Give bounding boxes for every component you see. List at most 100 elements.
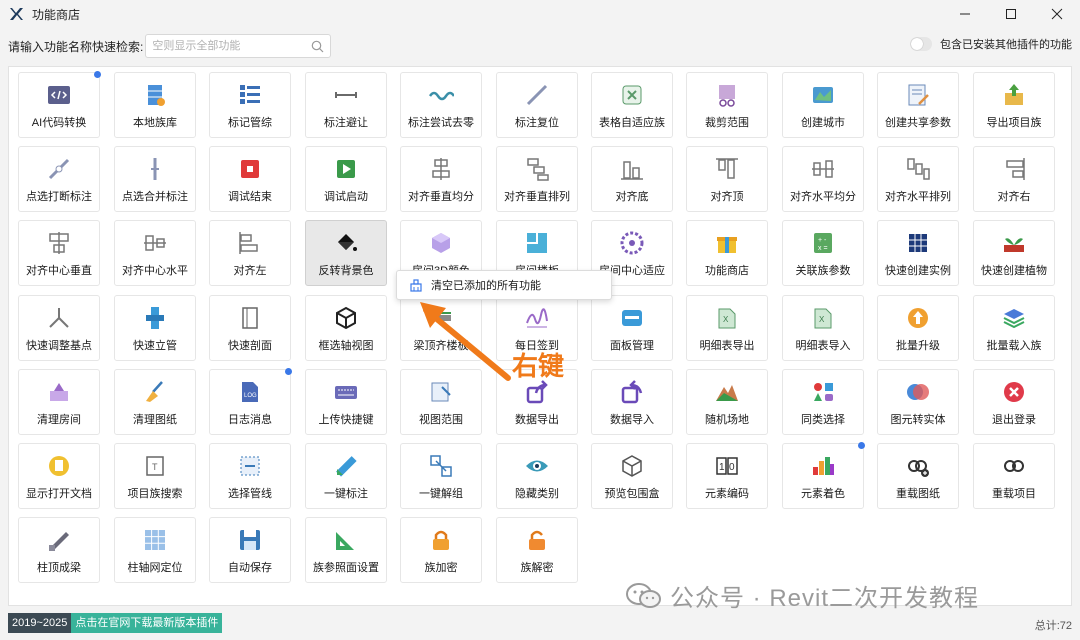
break-dimension-icon bbox=[46, 156, 72, 182]
feature-tile[interactable]: 对齐右 bbox=[973, 146, 1055, 212]
feature-tile[interactable]: 表格自适应族 bbox=[591, 72, 673, 138]
feature-tile[interactable]: AI代码转换 bbox=[18, 72, 100, 138]
feature-tile[interactable]: 数据导入 bbox=[591, 369, 673, 435]
spheres-icon bbox=[905, 379, 931, 405]
search-icon[interactable] bbox=[311, 40, 324, 53]
feature-tile[interactable]: X 明细表导入 bbox=[782, 295, 864, 361]
map-icon bbox=[810, 82, 836, 108]
download-latest-link[interactable]: 点击在官网下载最新版本插件 bbox=[71, 613, 223, 633]
feature-tile[interactable]: 快速创建实例 bbox=[877, 220, 959, 286]
feature-tile-label: 标记管综 bbox=[228, 117, 272, 129]
feature-tile[interactable]: 一键标注 bbox=[305, 443, 387, 509]
feature-tile[interactable]: 随机场地 bbox=[686, 369, 768, 435]
feature-tile[interactable]: 框选轴视图 bbox=[305, 295, 387, 361]
feature-tile[interactable]: 退出登录 bbox=[973, 369, 1055, 435]
plant-icon bbox=[1001, 230, 1027, 256]
app-logo-icon bbox=[10, 8, 23, 20]
feature-tile-label: 自动保存 bbox=[228, 562, 272, 574]
search-box[interactable] bbox=[145, 34, 332, 58]
feature-tile[interactable]: 显示打开文档 bbox=[18, 443, 100, 509]
maximize-button[interactable] bbox=[988, 0, 1034, 28]
feature-tile[interactable]: 标注复位 bbox=[496, 72, 578, 138]
feature-tile[interactable]: 对齐顶 bbox=[686, 146, 768, 212]
feature-tile[interactable]: 快速调整基点 bbox=[18, 295, 100, 361]
feature-tile[interactable]: 对齐垂直排列 bbox=[496, 146, 578, 212]
feature-tile-label: 关联族参数 bbox=[795, 265, 851, 277]
feature-tile[interactable]: 对齐水平排列 bbox=[877, 146, 959, 212]
feature-tile[interactable]: 柱轴网定位 bbox=[114, 517, 196, 583]
title-bar: 功能商店 bbox=[0, 0, 1080, 28]
close-button[interactable] bbox=[1034, 0, 1080, 28]
feature-tile[interactable]: 对齐中心垂直 bbox=[18, 220, 100, 286]
feature-tile[interactable]: 元素着色 bbox=[782, 443, 864, 509]
feature-tile[interactable]: 导出项目族 bbox=[973, 72, 1055, 138]
feature-tile[interactable]: LOG 日志消息 bbox=[209, 369, 291, 435]
new-badge-dot bbox=[94, 71, 101, 78]
feature-tile[interactable]: 点选合并标注 bbox=[114, 146, 196, 212]
feature-tile[interactable]: 选择管线 bbox=[209, 443, 291, 509]
gift-icon bbox=[714, 230, 740, 256]
search-input[interactable] bbox=[146, 35, 297, 57]
feature-tile[interactable]: 点选打断标注 bbox=[18, 146, 100, 212]
feature-tile[interactable]: 对齐左 bbox=[209, 220, 291, 286]
feature-tile[interactable]: 一键解组 bbox=[400, 443, 482, 509]
feature-tile[interactable]: 反转背景色 bbox=[305, 220, 387, 286]
feature-tile[interactable]: 1 0 元素编码 bbox=[686, 443, 768, 509]
mountain-icon bbox=[714, 379, 740, 405]
pipe-icon bbox=[142, 305, 168, 331]
feature-tile[interactable]: + -x = 关联族参数 bbox=[782, 220, 864, 286]
feature-tile[interactable]: 族参照面设置 bbox=[305, 517, 387, 583]
align-harrange-icon bbox=[905, 156, 931, 182]
feature-tile[interactable]: X 明细表导出 bbox=[686, 295, 768, 361]
feature-tile[interactable]: 快速立管 bbox=[114, 295, 196, 361]
feature-tile[interactable]: 批量载入族 bbox=[973, 295, 1055, 361]
feature-tile[interactable]: 对齐水平均分 bbox=[782, 146, 864, 212]
feature-tile[interactable]: 清理图纸 bbox=[114, 369, 196, 435]
diagonal-line-icon bbox=[524, 82, 550, 108]
align-hcenter-icon bbox=[142, 230, 168, 256]
minimize-button[interactable] bbox=[942, 0, 988, 28]
feature-tile[interactable]: 对齐垂直均分 bbox=[400, 146, 482, 212]
feature-tile[interactable]: 清理房间 bbox=[18, 369, 100, 435]
feature-tile[interactable]: 标注尝试去零 bbox=[400, 72, 482, 138]
feature-tile[interactable]: 创建共享参数 bbox=[877, 72, 959, 138]
feature-tile-label: 一键标注 bbox=[324, 488, 368, 500]
documents-icon bbox=[46, 453, 72, 479]
feature-tile[interactable]: 创建城市 bbox=[782, 72, 864, 138]
feature-tile[interactable]: 重载图纸 bbox=[877, 443, 959, 509]
feature-tile[interactable]: 裁剪范围 bbox=[686, 72, 768, 138]
feature-tile-label: 清理房间 bbox=[37, 414, 81, 426]
feature-tile[interactable]: 族加密 bbox=[400, 517, 482, 583]
feature-tile[interactable]: 功能商店 bbox=[686, 220, 768, 286]
feature-tile[interactable]: 本地族库 bbox=[114, 72, 196, 138]
feature-tile[interactable]: 图元转实体 bbox=[877, 369, 959, 435]
feature-tile[interactable]: 柱顶成梁 bbox=[18, 517, 100, 583]
feature-grid: AI代码转换 本地族库 标记管综 标注避让 标注尝试去零 标注复位 表格自适应族 裁剪范围 创建… bbox=[8, 66, 1072, 606]
link-icon bbox=[1001, 453, 1027, 479]
feature-tile[interactable]: 标记管综 bbox=[209, 72, 291, 138]
feature-tile[interactable]: 上传快捷键 bbox=[305, 369, 387, 435]
feature-tile[interactable]: 对齐中心水平 bbox=[114, 220, 196, 286]
feature-tile[interactable]: 对齐底 bbox=[591, 146, 673, 212]
feature-tile[interactable]: 调试结束 bbox=[209, 146, 291, 212]
feature-tile[interactable]: 批量升级 bbox=[877, 295, 959, 361]
feature-tile[interactable]: 族解密 bbox=[496, 517, 578, 583]
feature-tile-label: 标注避让 bbox=[324, 117, 368, 129]
feature-tile[interactable]: 调试启动 bbox=[305, 146, 387, 212]
svg-text:0: 0 bbox=[729, 462, 735, 473]
include-other-plugins-toggle[interactable] bbox=[910, 37, 932, 51]
feature-tile[interactable]: 面板管理 bbox=[591, 295, 673, 361]
feature-tile[interactable]: 预览包围盒 bbox=[591, 443, 673, 509]
feature-tile-label: 对齐水平均分 bbox=[790, 191, 856, 203]
feature-tile[interactable]: 重载项目 bbox=[973, 443, 1055, 509]
feature-tile[interactable]: 快速剖面 bbox=[209, 295, 291, 361]
feature-tile[interactable]: 快速创建植物 bbox=[973, 220, 1055, 286]
feature-tile[interactable]: T 项目族搜索 bbox=[114, 443, 196, 509]
feature-tile[interactable]: 标注避让 bbox=[305, 72, 387, 138]
feature-tile[interactable]: 同类选择 bbox=[782, 369, 864, 435]
new-badge-dot bbox=[858, 442, 865, 449]
feature-tile[interactable]: 隐藏类别 bbox=[496, 443, 578, 509]
feature-tile-label: 标注尝试去零 bbox=[408, 117, 474, 129]
feature-tile-label: 对齐中心水平 bbox=[122, 265, 188, 277]
feature-tile[interactable]: 自动保存 bbox=[209, 517, 291, 583]
